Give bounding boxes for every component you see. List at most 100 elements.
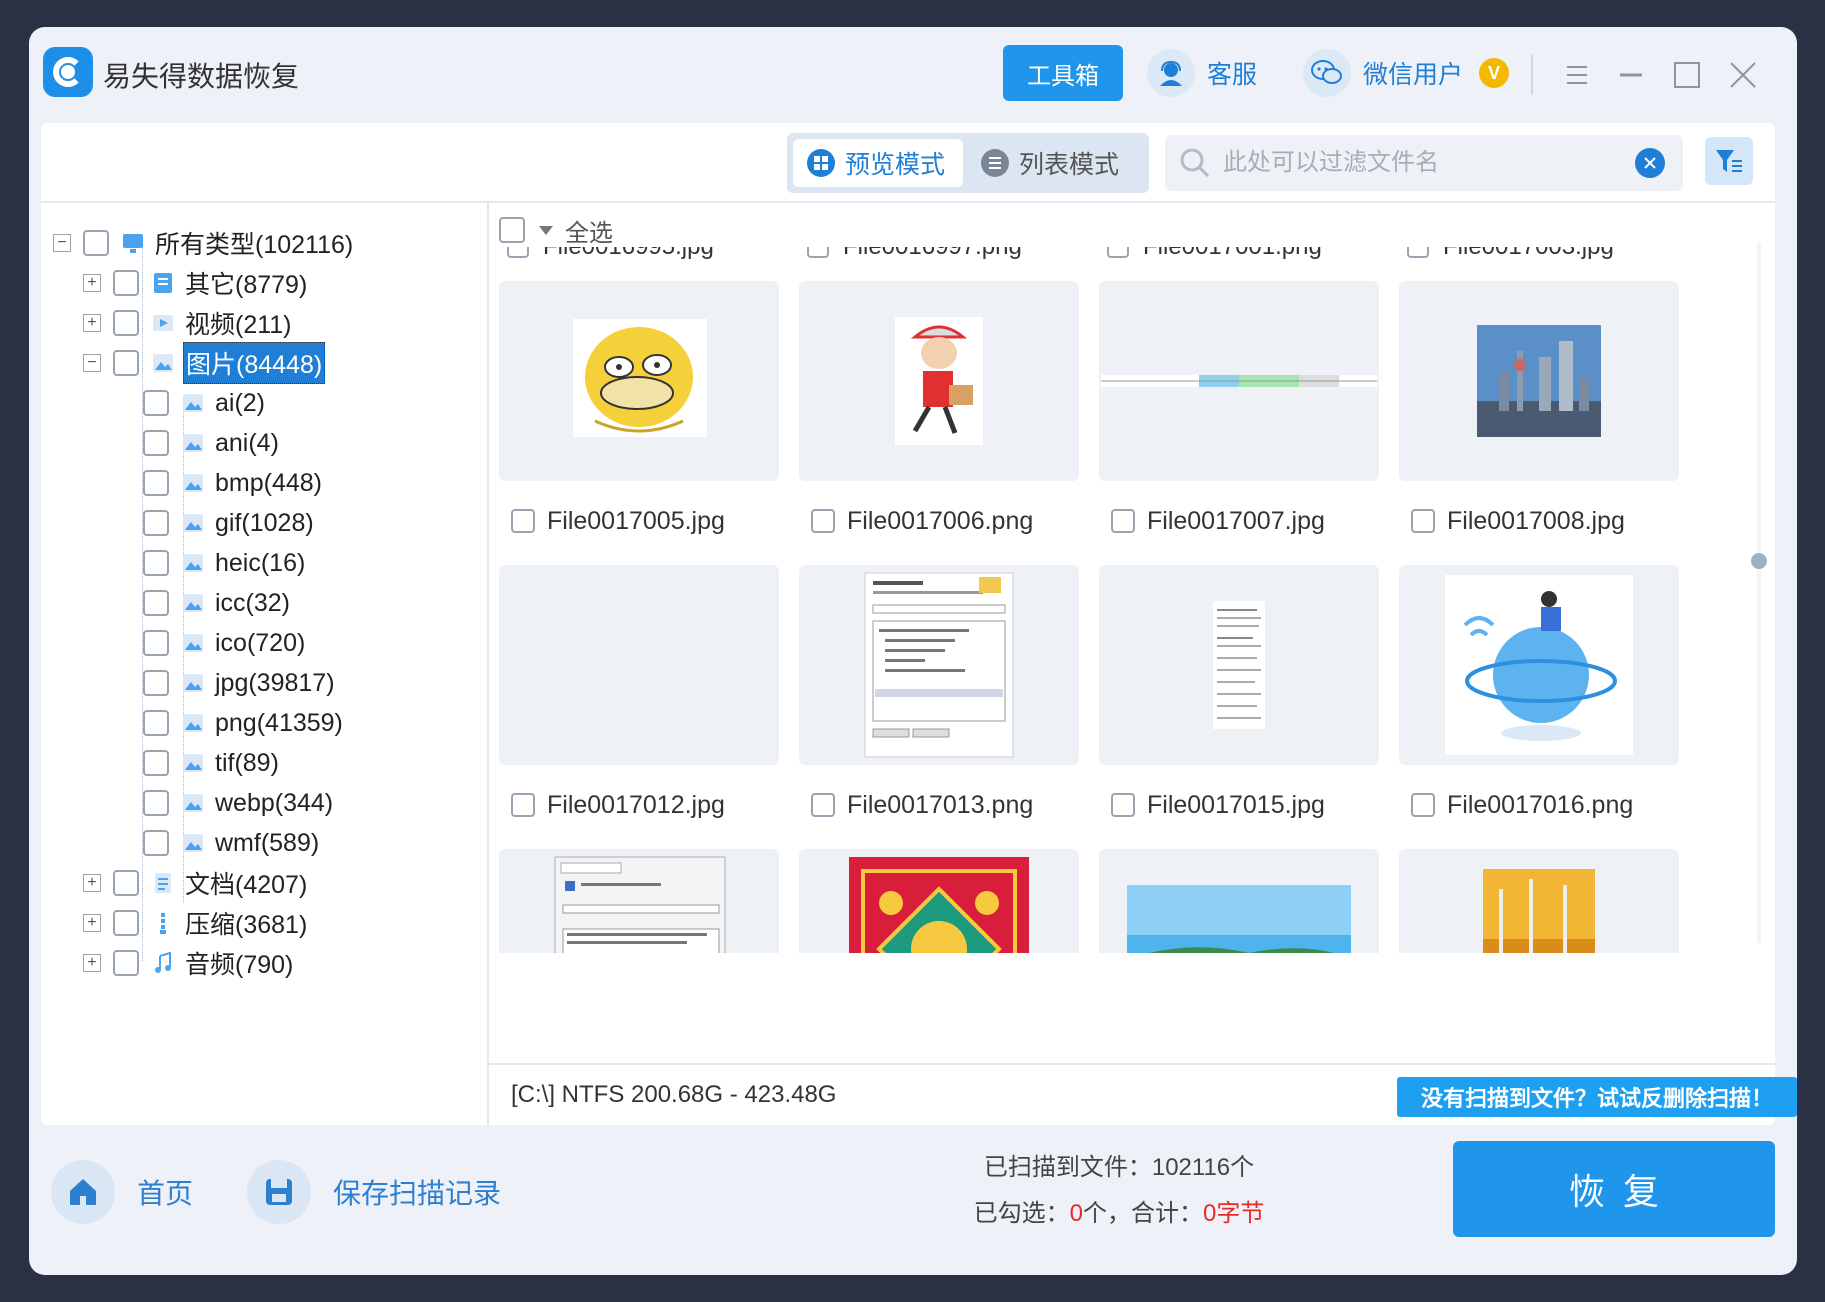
thumbnail[interactable] (1099, 565, 1379, 765)
checkbox[interactable] (143, 510, 169, 536)
thumbnail[interactable] (1399, 281, 1679, 481)
tree-item-webp[interactable]: webp(344) (113, 783, 335, 823)
checkbox[interactable] (113, 310, 139, 336)
minimize-icon[interactable] (1613, 57, 1649, 93)
filename-filter-input[interactable] (1223, 143, 1613, 183)
checkbox[interactable] (1411, 793, 1435, 817)
checkbox[interactable] (113, 950, 139, 976)
user-account-button[interactable]: 微信用户 V (1303, 47, 1510, 99)
recover-button[interactable]: 恢复 (1453, 1141, 1775, 1237)
tree-item-other[interactable]: + 其它(8779) (83, 263, 309, 303)
thumbnail[interactable] (1399, 849, 1679, 953)
file-card-partial[interactable]: File0017003.jpg (1407, 247, 1614, 261)
thumbnail[interactable] (799, 281, 1079, 481)
file-name-row[interactable]: File0017007.jpg (1111, 503, 1325, 539)
checkbox[interactable] (143, 430, 169, 456)
tree-item-png[interactable]: png(41359) (113, 703, 345, 743)
menu-icon[interactable] (1559, 57, 1595, 93)
customer-service-button[interactable]: 客服 (1147, 47, 1257, 99)
checkbox[interactable] (143, 630, 169, 656)
home-button[interactable]: 首页 (51, 1159, 193, 1225)
save-scan-button[interactable]: 保存扫描记录 (247, 1159, 501, 1225)
scrollbar-thumb[interactable] (1751, 553, 1767, 569)
close-icon[interactable] (1725, 57, 1761, 93)
checkbox[interactable] (1111, 793, 1135, 817)
checkbox[interactable] (113, 270, 139, 296)
thumbnail[interactable] (799, 849, 1079, 953)
tree-item-all-types[interactable]: − 所有类型(102116) (53, 223, 355, 263)
clear-search-icon[interactable] (1635, 148, 1665, 178)
file-card-partial[interactable]: File0017001.png (1107, 247, 1322, 261)
chevron-down-icon[interactable] (539, 225, 553, 235)
collapse-icon[interactable]: − (53, 234, 71, 252)
tree-item-jpg[interactable]: jpg(39817) (113, 663, 337, 703)
expand-icon[interactable]: + (83, 954, 101, 972)
checkbox[interactable] (807, 247, 829, 258)
tree-item-video[interactable]: + 视频(211) (83, 303, 294, 343)
select-all-control[interactable]: 全选 (499, 213, 613, 247)
file-name-row[interactable]: File0017005.jpg (511, 503, 725, 539)
expand-icon[interactable]: + (83, 874, 101, 892)
file-name-row[interactable]: File0017015.jpg (1111, 787, 1325, 823)
file-card-partial[interactable]: File0016995.jpg (507, 247, 714, 261)
checkbox[interactable] (113, 870, 139, 896)
checkbox[interactable] (83, 230, 109, 256)
tree-item-document[interactable]: + 文档(4207) (83, 863, 309, 903)
thumbnail[interactable] (1399, 565, 1679, 765)
thumbnail[interactable] (499, 281, 779, 481)
thumbnail[interactable] (1099, 281, 1379, 481)
checkbox[interactable] (143, 710, 169, 736)
scrollbar-track[interactable] (1757, 243, 1761, 943)
tree-item-gif[interactable]: gif(1028) (113, 503, 316, 543)
checkbox[interactable] (811, 509, 835, 533)
checkbox[interactable] (1107, 247, 1129, 258)
checkbox[interactable] (143, 830, 169, 856)
checkbox[interactable] (1111, 509, 1135, 533)
checkbox[interactable] (1411, 509, 1435, 533)
checkbox[interactable] (143, 390, 169, 416)
checkbox[interactable] (143, 470, 169, 496)
tree-item-bmp[interactable]: bmp(448) (113, 463, 324, 503)
checkbox[interactable] (1407, 247, 1429, 258)
checkbox[interactable] (143, 790, 169, 816)
thumbnail[interactable] (499, 565, 779, 765)
tree-item-heic[interactable]: heic(16) (113, 543, 307, 583)
tree-item-tif[interactable]: tif(89) (113, 743, 281, 783)
file-name-row[interactable]: File0017012.jpg (511, 787, 725, 823)
file-name-row[interactable]: File0017016.png (1411, 787, 1633, 823)
file-name-row[interactable]: File0017013.png (811, 787, 1033, 823)
checkbox[interactable] (143, 750, 169, 776)
expand-icon[interactable]: + (83, 914, 101, 932)
maximize-icon[interactable] (1669, 57, 1705, 93)
filter-icon[interactable] (1705, 137, 1753, 185)
undelete-scan-link[interactable]: 没有扫描到文件？试试反删除扫描！ (1397, 1077, 1797, 1117)
tree-item-audio[interactable]: + 音频(790) (83, 943, 295, 983)
checkbox[interactable] (143, 550, 169, 576)
tree-item-ico[interactable]: ico(720) (113, 623, 307, 663)
thumbnail[interactable] (499, 849, 779, 953)
checkbox[interactable] (507, 247, 529, 258)
thumbnail[interactable] (799, 565, 1079, 765)
file-name-row[interactable]: File0017006.png (811, 503, 1033, 539)
select-all-checkbox[interactable] (499, 217, 525, 243)
tree-item-image[interactable]: − 图片(84448) (83, 342, 326, 384)
preview-mode-button[interactable]: 预览模式 (793, 139, 963, 187)
list-mode-button[interactable]: 列表模式 (967, 139, 1143, 187)
tree-item-icc[interactable]: icc(32) (113, 583, 292, 623)
checkbox[interactable] (511, 509, 535, 533)
checkbox[interactable] (113, 910, 139, 936)
file-name-row[interactable]: File0017008.jpg (1411, 503, 1625, 539)
tree-item-wmf[interactable]: wmf(589) (113, 823, 321, 863)
file-card-partial[interactable]: File0016997.png (807, 247, 1022, 261)
expand-icon[interactable]: + (83, 274, 101, 292)
checkbox[interactable] (511, 793, 535, 817)
expand-icon[interactable]: + (83, 314, 101, 332)
tree-item-archive[interactable]: + 压缩(3681) (83, 903, 309, 943)
tree-item-ai[interactable]: ai(2) (113, 383, 267, 423)
thumbnail[interactable] (1099, 849, 1379, 953)
checkbox[interactable] (143, 590, 169, 616)
tree-item-ani[interactable]: ani(4) (113, 423, 281, 463)
checkbox[interactable] (143, 670, 169, 696)
checkbox[interactable] (113, 350, 139, 376)
toolbox-button[interactable]: 工具箱 (1003, 45, 1123, 101)
